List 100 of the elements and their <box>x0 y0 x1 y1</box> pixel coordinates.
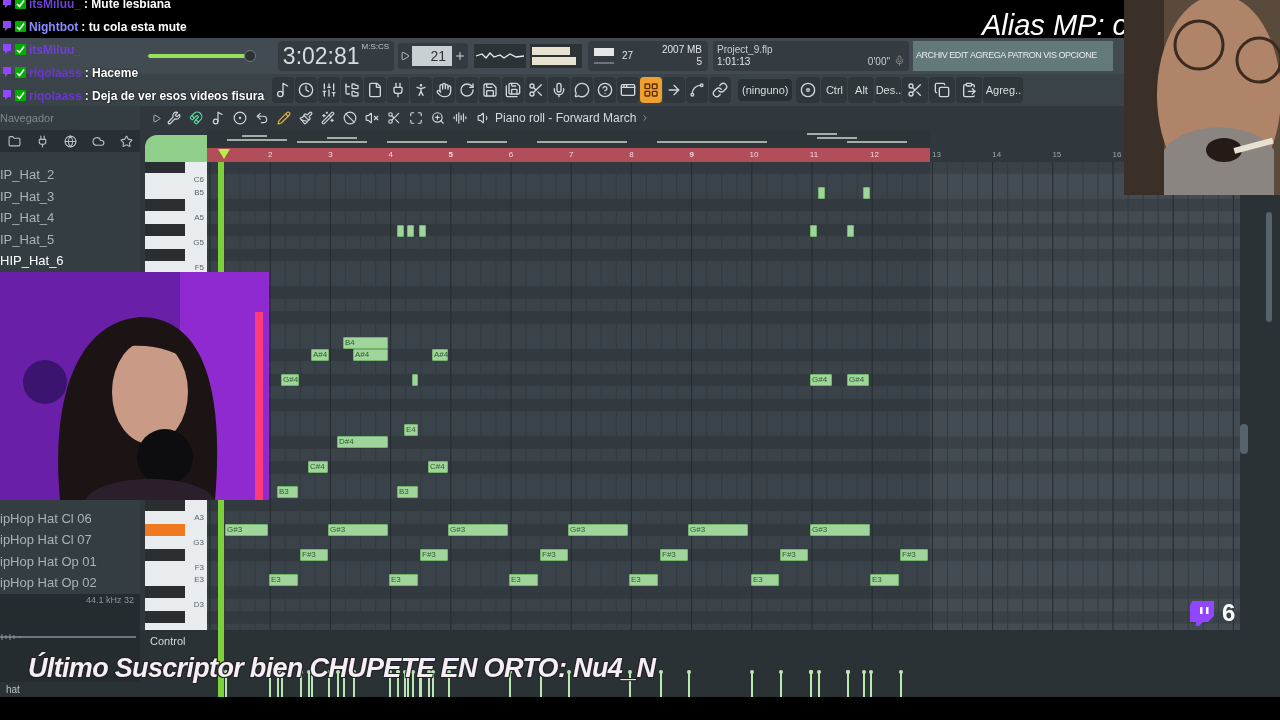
midi-note[interactable]: A#4 <box>311 349 329 361</box>
menu-item[interactable]: PATRON <box>1007 49 1042 63</box>
midi-note[interactable]: G#4 <box>847 374 869 386</box>
menu-item[interactable]: ARCHIV <box>916 49 948 63</box>
midi-note[interactable]: G#4 <box>281 374 299 386</box>
help-button[interactable] <box>594 77 616 103</box>
circle-tool[interactable] <box>231 109 249 127</box>
refresh-button[interactable] <box>456 77 478 103</box>
add-button[interactable]: Agreg.. <box>983 77 1024 103</box>
browser-item[interactable]: IP_Hat_2 <box>0 164 140 186</box>
file-button[interactable] <box>364 77 386 103</box>
midi-note[interactable]: G#3 <box>688 524 748 536</box>
modifier-button[interactable]: Ctrl <box>821 77 848 103</box>
browser-item[interactable]: HIP_Hat_6 <box>0 250 140 272</box>
scrollbar-thumb[interactable] <box>1240 424 1248 454</box>
midi-note[interactable]: F#3 <box>900 549 928 561</box>
piano-key[interactable] <box>145 223 185 236</box>
midi-note[interactable]: B4 <box>343 337 388 349</box>
cut-button[interactable] <box>902 77 929 103</box>
midi-note[interactable]: G#3 <box>810 524 870 536</box>
magnet-tool[interactable] <box>187 109 205 127</box>
modifier-button[interactable]: Alt <box>848 77 875 103</box>
brush-tool[interactable] <box>297 109 315 127</box>
piano-key[interactable] <box>145 198 185 211</box>
microphone-button[interactable] <box>548 77 570 103</box>
browser-item[interactable]: ipHop Hat Cl 07 <box>0 529 140 551</box>
piano-key[interactable] <box>145 611 185 624</box>
ban-tool[interactable] <box>341 109 359 127</box>
midi-note[interactable]: E4 <box>404 424 418 436</box>
midi-note[interactable]: G#4 <box>810 374 832 386</box>
midi-note[interactable]: E3 <box>870 574 899 586</box>
midi-note[interactable]: F#3 <box>780 549 808 561</box>
scissors-button[interactable] <box>525 77 547 103</box>
midi-note[interactable]: E3 <box>269 574 298 586</box>
midi-note[interactable]: E3 <box>629 574 658 586</box>
snap-dropdown[interactable]: (ninguno) <box>738 79 793 101</box>
link-button[interactable] <box>709 77 731 103</box>
clock-button[interactable] <box>295 77 317 103</box>
music-button[interactable] <box>272 77 294 103</box>
menu-item[interactable]: VIS <box>1043 49 1057 63</box>
midi-note[interactable]: E3 <box>751 574 779 586</box>
control-lane-label[interactable]: Control <box>150 633 186 650</box>
midi-note[interactable]: B3 <box>397 486 418 498</box>
piano-key[interactable] <box>145 548 185 561</box>
midi-note[interactable]: G#3 <box>225 524 268 536</box>
midi-note[interactable]: G#3 <box>448 524 508 536</box>
select-tool[interactable] <box>407 109 425 127</box>
figure-button[interactable] <box>410 77 432 103</box>
save-button[interactable] <box>479 77 501 103</box>
midi-note[interactable]: C#4 <box>308 461 328 473</box>
piano-key[interactable] <box>145 162 185 174</box>
midi-note[interactable]: F#3 <box>420 549 448 561</box>
pencil-tool[interactable] <box>275 109 293 127</box>
piano-key[interactable] <box>145 586 185 599</box>
window-button[interactable] <box>617 77 639 103</box>
browser-item[interactable]: ipHop Hat Cl 06 <box>0 507 140 529</box>
browser-item[interactable]: ipHop Hat Op 01 <box>0 550 140 572</box>
browser-item[interactable]: IP_Hat_5 <box>0 228 140 250</box>
chat-button[interactable] <box>571 77 593 103</box>
arrow-right-button[interactable] <box>663 77 685 103</box>
midi-note[interactable]: E3 <box>509 574 538 586</box>
pattern-field[interactable]: 21 <box>412 46 452 66</box>
midi-note[interactable]: A#4 <box>353 349 388 361</box>
volume-slider[interactable] <box>148 50 256 62</box>
browser-item[interactable]: IP_Hat_3 <box>0 185 140 207</box>
knob-button[interactable] <box>796 77 821 103</box>
menu-item[interactable]: OPCIONE <box>1058 49 1097 63</box>
save-all-button[interactable] <box>502 77 524 103</box>
midi-note[interactable]: E3 <box>389 574 418 586</box>
plug-button[interactable] <box>387 77 409 103</box>
midi-note[interactable]: A#4 <box>432 349 448 361</box>
note-grid[interactable] <box>207 162 1240 630</box>
midi-note[interactable]: F#3 <box>660 549 688 561</box>
menu-item[interactable]: EDIT <box>949 49 968 63</box>
modifier-button[interactable]: Des.. <box>875 77 902 103</box>
hand-button[interactable] <box>433 77 455 103</box>
browser-item[interactable]: ipHop Hat Op 02 <box>0 572 140 594</box>
mixer-button[interactable] <box>318 77 340 103</box>
browser-item[interactable]: IP_Hat_4 <box>0 207 140 229</box>
zoom-tool[interactable] <box>429 109 447 127</box>
midi-note[interactable]: F#3 <box>300 549 328 561</box>
midi-note[interactable]: C#4 <box>428 461 448 473</box>
curve-button[interactable] <box>686 77 708 103</box>
midi-note[interactable]: G#3 <box>568 524 628 536</box>
audio-lines-tool[interactable] <box>451 109 469 127</box>
piano-key[interactable] <box>145 248 185 261</box>
scrollbar-thumb[interactable] <box>1266 212 1272 322</box>
midi-note[interactable]: B3 <box>277 486 298 498</box>
midi-note[interactable]: D#4 <box>337 436 388 448</box>
pattern-overview-drawing[interactable] <box>207 130 930 148</box>
copy-button[interactable] <box>929 77 956 103</box>
paste-button[interactable] <box>956 77 983 103</box>
wand-tool[interactable] <box>319 109 337 127</box>
wrench-tool[interactable] <box>165 109 183 127</box>
midi-note[interactable]: F#3 <box>540 549 568 561</box>
menu-item[interactable]: AGREGA <box>970 49 1006 63</box>
midi-note[interactable]: G#3 <box>328 524 388 536</box>
folder-tree-button[interactable] <box>341 77 363 103</box>
timeline-ruler[interactable]: 2 3 4 5 6 7 8 9 10 11 12 <box>207 148 930 162</box>
piano-roll-button[interactable] <box>640 77 662 103</box>
